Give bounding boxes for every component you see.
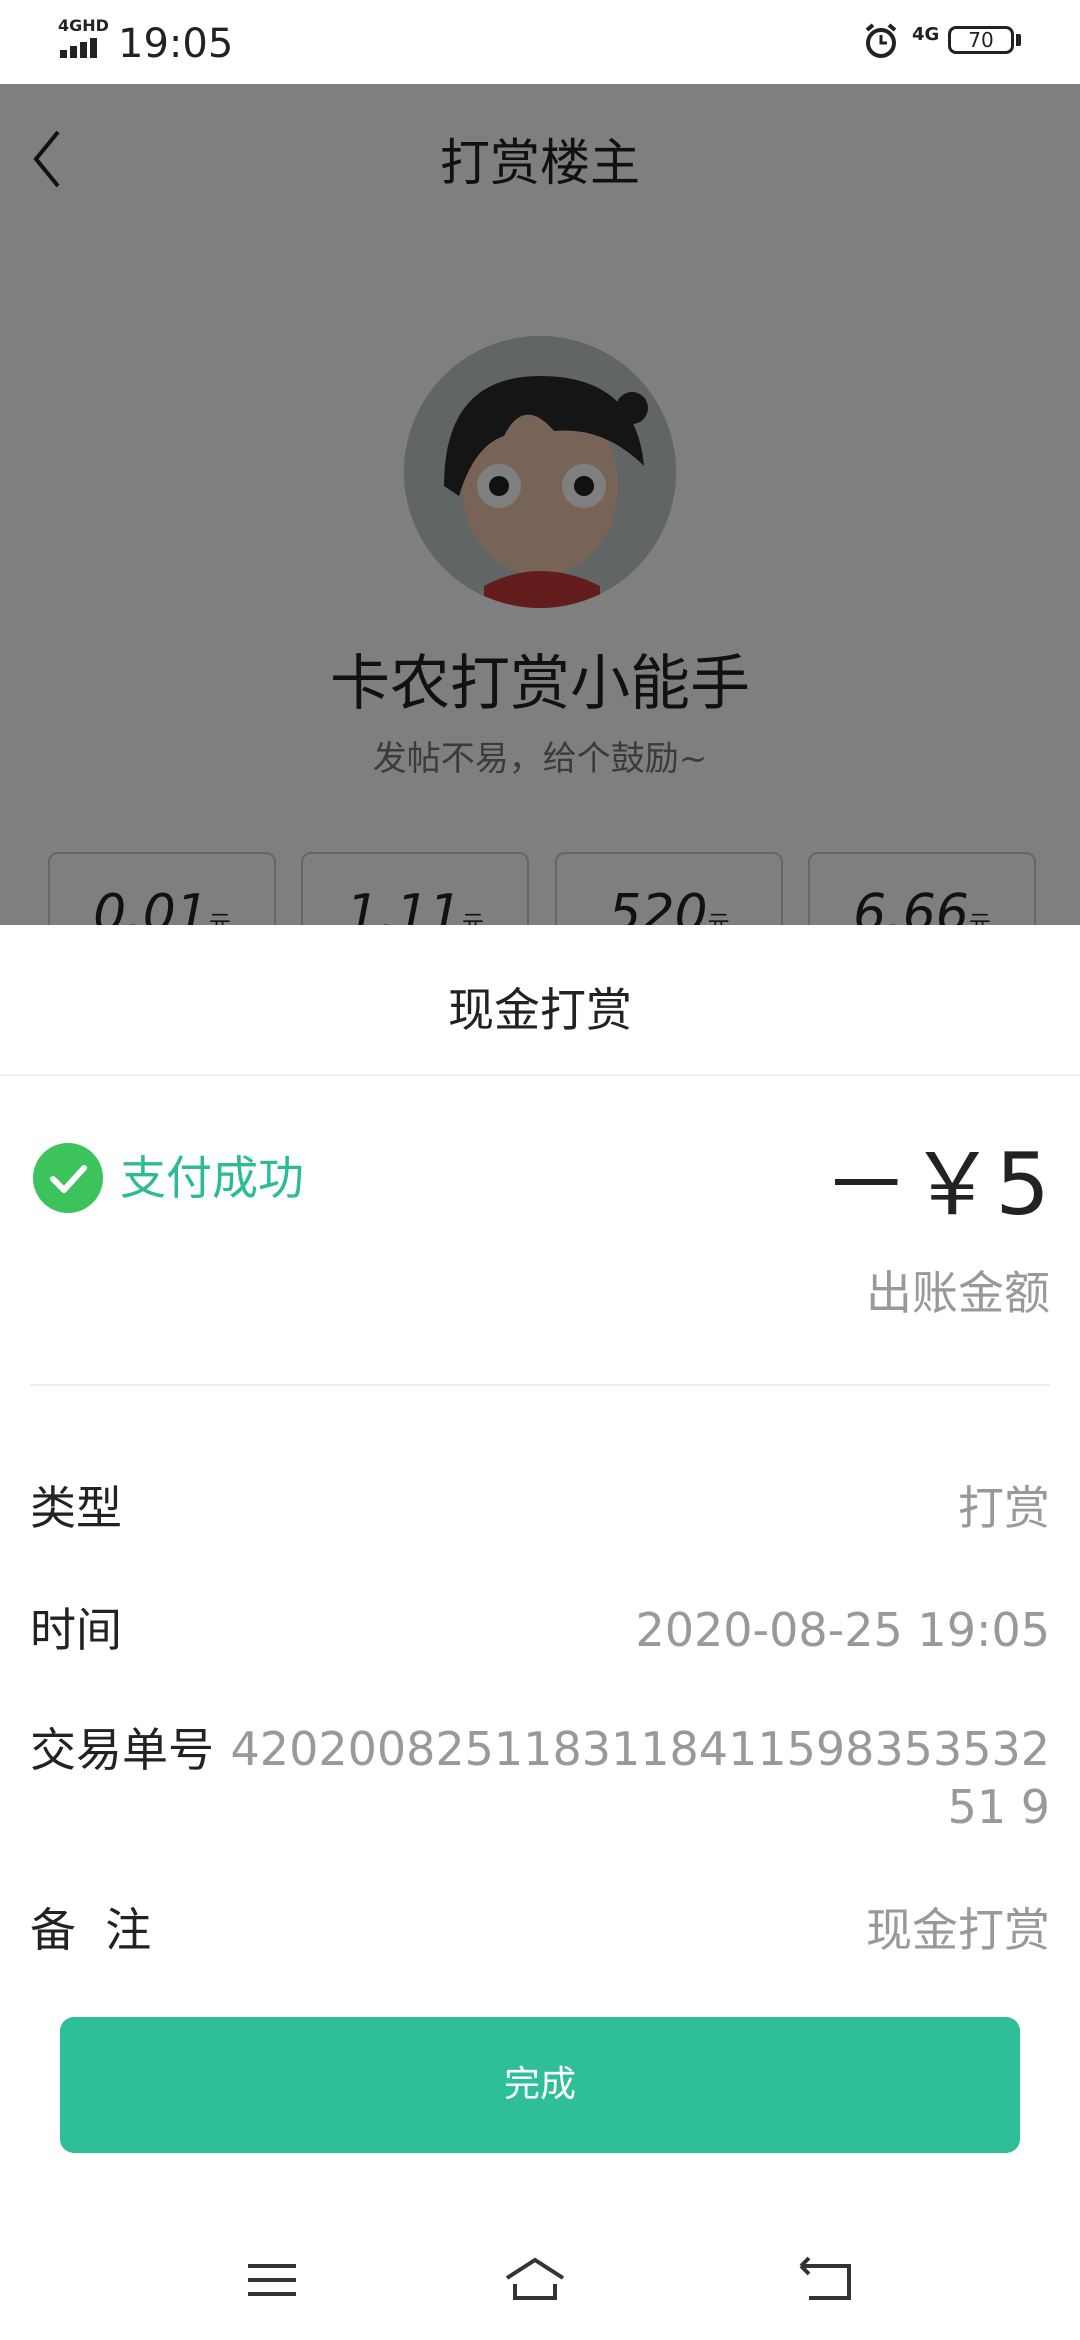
payment-result-sheet: 现金打赏 支付成功 －￥5 出账金额 类型 打赏 时间 2020-08-25 1… xyxy=(0,925,1080,2340)
divider xyxy=(30,1384,1050,1386)
battery-icon: 70 xyxy=(948,26,1014,54)
network-type: 4GHD xyxy=(58,16,109,35)
menu-icon[interactable] xyxy=(242,2250,302,2310)
system-nav-bar xyxy=(0,2220,1080,2340)
network-right: 4G xyxy=(912,24,940,45)
row-label-note: 备 注 xyxy=(30,1903,152,1957)
check-circle-icon xyxy=(33,1143,103,1213)
done-button[interactable]: 完成 xyxy=(60,2017,1020,2153)
battery-tip xyxy=(1016,34,1021,46)
row-value-time: 2020-08-25 19:05 xyxy=(635,1603,1050,1657)
row-value-note: 现金打赏 xyxy=(866,1903,1050,1957)
return-icon[interactable] xyxy=(795,2250,855,2310)
status-bar: 4GHD 19:05 4G 70 xyxy=(0,0,1080,84)
row-value-type: 打赏 xyxy=(958,1481,1050,1535)
home-icon[interactable] xyxy=(505,2250,565,2310)
row-value-order: 420200825118311841159835353251 9 xyxy=(230,1722,1050,1834)
payment-status: 支付成功 xyxy=(120,1151,304,1205)
row-label-order: 交易单号 xyxy=(30,1723,214,1777)
payment-amount: －￥5 xyxy=(823,1135,1050,1235)
divider xyxy=(0,1074,1080,1076)
amount-label: 出账金额 xyxy=(866,1266,1050,1320)
dim-overlay[interactable] xyxy=(0,84,1080,925)
alarm-icon xyxy=(865,23,897,58)
signal-icon xyxy=(60,36,106,58)
sheet-title: 现金打赏 xyxy=(448,983,632,1037)
row-label-type: 类型 xyxy=(30,1481,122,1535)
status-time: 19:05 xyxy=(118,21,234,67)
row-label-time: 时间 xyxy=(30,1603,122,1657)
